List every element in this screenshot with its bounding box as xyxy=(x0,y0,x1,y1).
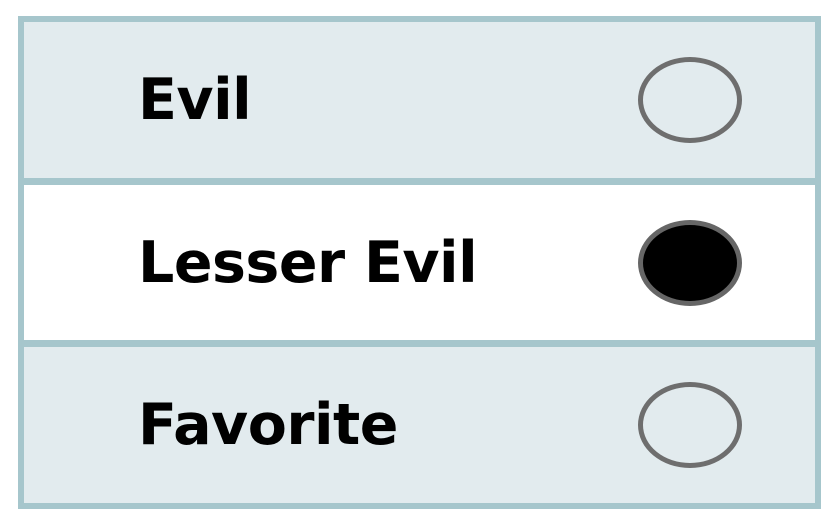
option-label-lesser-evil: Lesser Evil xyxy=(138,229,478,296)
option-evil[interactable]: Evil xyxy=(24,22,815,178)
radio-unchecked-icon[interactable] xyxy=(638,56,742,143)
option-label-favorite: Favorite xyxy=(138,392,398,459)
ballot-options-list: Evil Lesser Evil Favorite xyxy=(18,16,821,509)
option-lesser-evil[interactable]: Lesser Evil xyxy=(24,184,815,341)
option-label-evil: Evil xyxy=(138,66,252,133)
option-favorite[interactable]: Favorite xyxy=(24,347,815,504)
radio-unchecked-icon[interactable] xyxy=(638,382,742,469)
radio-checked-icon[interactable] xyxy=(638,219,742,306)
